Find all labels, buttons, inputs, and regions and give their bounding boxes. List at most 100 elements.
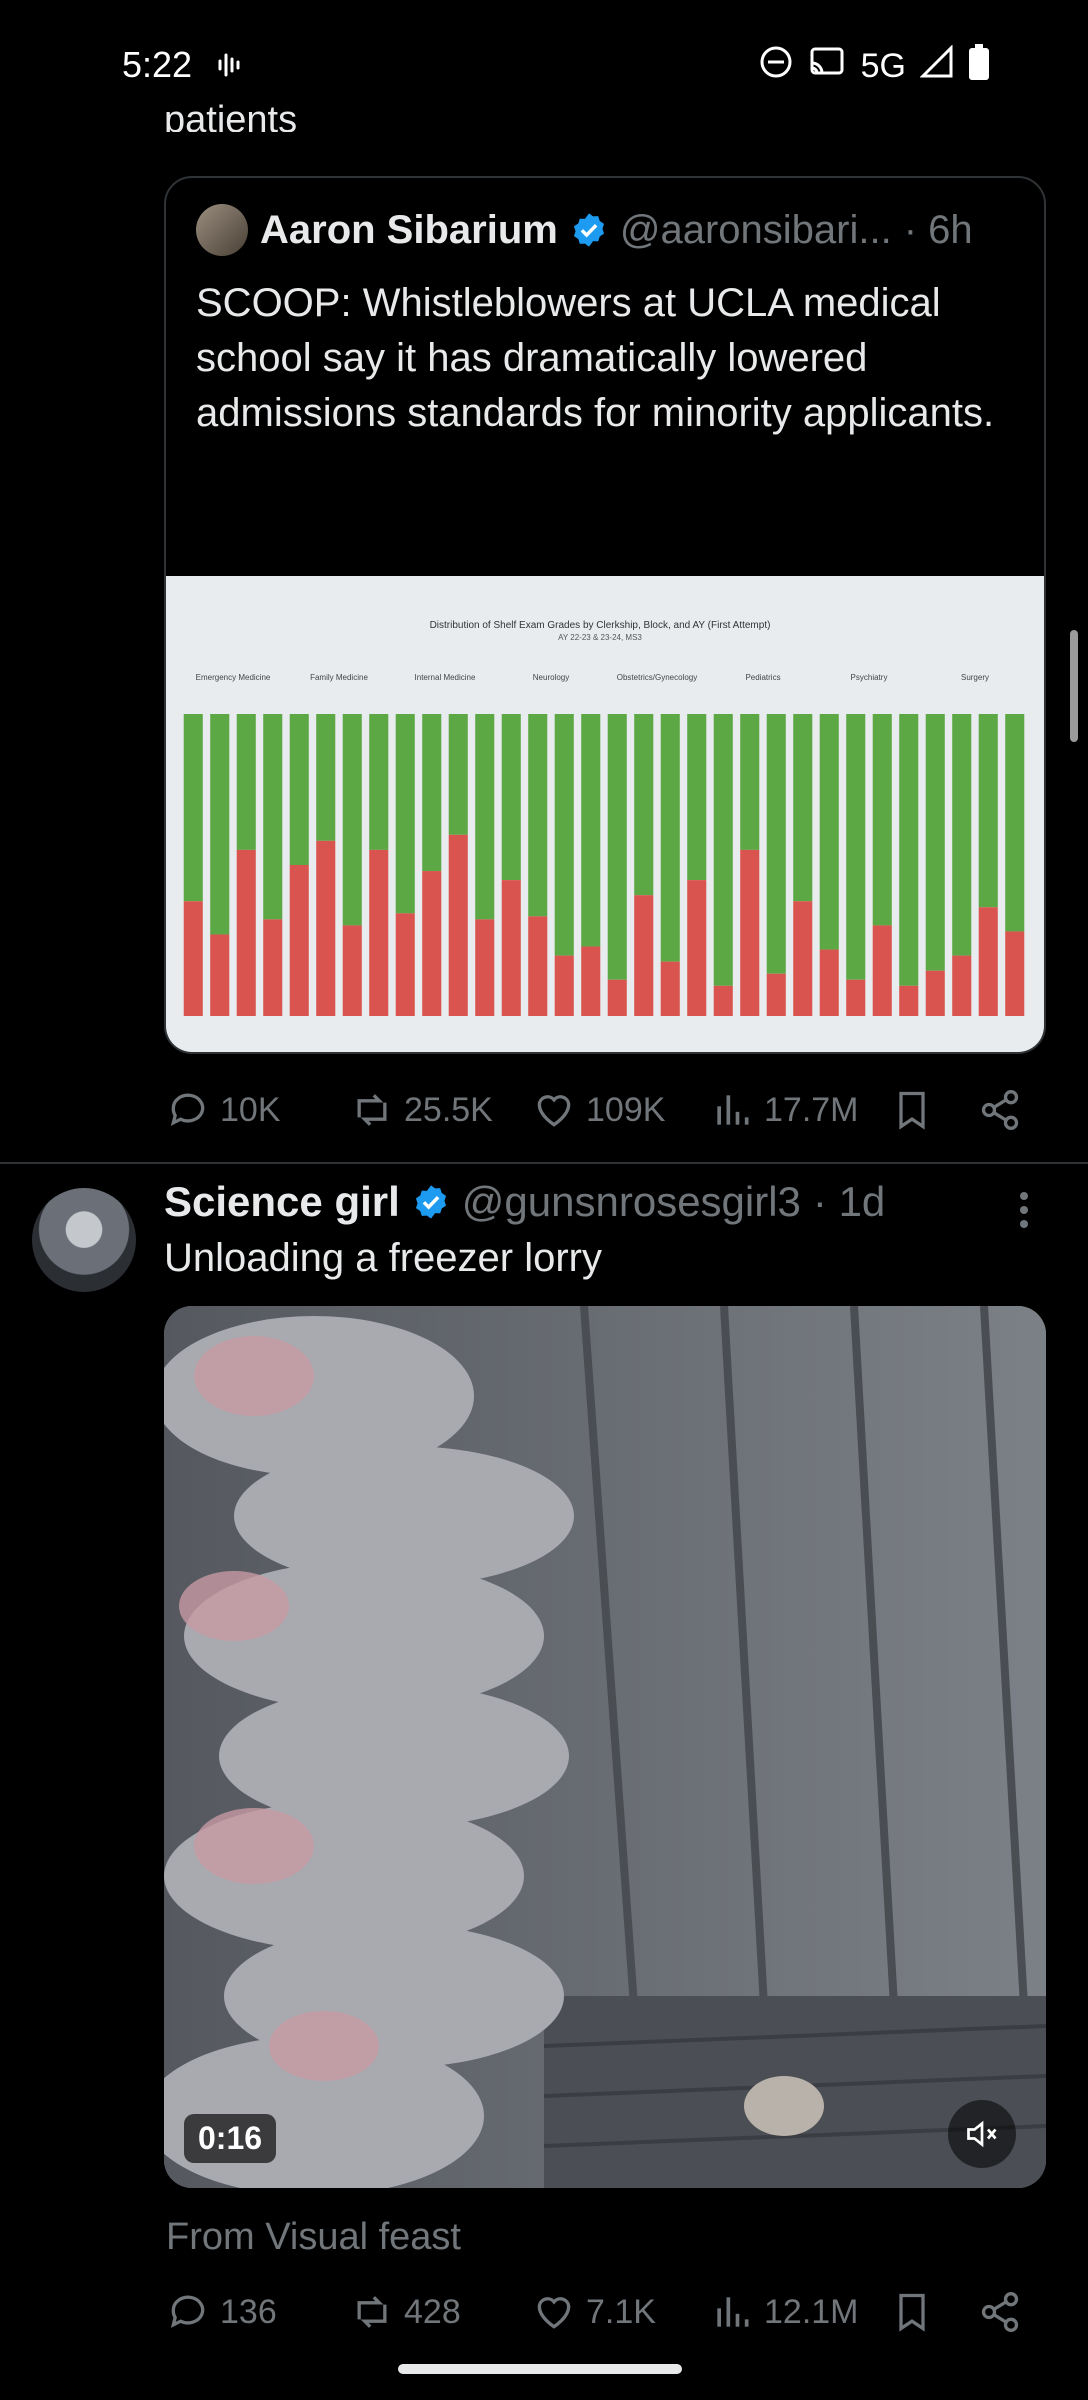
- views-button[interactable]: 17.7M: [710, 1088, 859, 1132]
- bar-red: [528, 916, 548, 1016]
- video-frame: [164, 1306, 1046, 2188]
- bar-red: [846, 979, 866, 1016]
- bar-red: [607, 979, 627, 1016]
- bar-red: [872, 925, 892, 1016]
- tweet-text: Unloading a freezer lorry: [164, 1236, 602, 1280]
- bar-red: [925, 970, 945, 1016]
- bar-green: [793, 714, 813, 902]
- quoted-tweet-card[interactable]: Aaron Sibarium @aaronsibari... · 6h SCOO…: [164, 176, 1046, 1054]
- chart-clerkship-label: Neurology: [533, 673, 569, 682]
- bar-green: [369, 714, 389, 850]
- heart-icon: [537, 1095, 571, 1127]
- views-count: 17.7M: [764, 1090, 859, 1129]
- video-source-attribution[interactable]: From Visual feast: [166, 2216, 461, 2259]
- bar-green: [713, 714, 733, 986]
- cast-icon: [807, 45, 847, 88]
- bar-green: [819, 714, 839, 950]
- views-icon: [717, 1095, 749, 1125]
- bar-red: [448, 834, 468, 1016]
- like-count: 7.1K: [586, 2292, 656, 2331]
- repost-button[interactable]: 25.5K: [350, 1088, 493, 1132]
- mute-button[interactable]: [948, 2100, 1016, 2168]
- bar-red: [819, 949, 839, 1016]
- bar-green: [210, 714, 230, 935]
- bar-red: [899, 985, 919, 1016]
- bar-red: [422, 871, 442, 1016]
- bar-green: [1005, 714, 1025, 932]
- bar-red: [793, 901, 813, 1016]
- chart-clerkship-label: Pediatrics: [745, 673, 780, 682]
- quoted-tweet-text: SCOOP: Whistleblowers at UCLA medical sc…: [196, 281, 995, 435]
- bar-green: [899, 714, 919, 986]
- bar-red: [740, 849, 760, 1016]
- bar-green: [687, 714, 707, 881]
- bar-red: [236, 849, 256, 1016]
- bar-red: [554, 955, 574, 1016]
- repost-icon: [357, 2296, 387, 2328]
- tweet-header: Science girl @gunsnrosesgirl3 · 1d: [164, 1178, 885, 1226]
- author-handle[interactable]: @aaronsibari...: [620, 208, 892, 253]
- bar-green: [581, 714, 601, 947]
- video-player[interactable]: [164, 1306, 1046, 2188]
- bar-green: [448, 714, 468, 835]
- bar-green: [183, 714, 203, 902]
- scrollbar[interactable]: [1070, 630, 1078, 742]
- bar-green: [978, 714, 998, 908]
- bar-green: [528, 714, 548, 917]
- bar-green: [422, 714, 442, 872]
- bar-green: [634, 714, 654, 896]
- bar-green: [660, 714, 680, 962]
- avatar[interactable]: [196, 204, 248, 256]
- bar-green: [846, 714, 866, 980]
- author-name[interactable]: Science girl: [164, 1178, 400, 1226]
- bar-red: [183, 901, 203, 1016]
- home-indicator[interactable]: [398, 2364, 682, 2374]
- bar-red: [766, 973, 786, 1016]
- bar-red: [369, 849, 389, 1016]
- views-count: 12.1M: [764, 2292, 859, 2331]
- chart-clerkship-label: Internal Medicine: [415, 673, 476, 682]
- author-name[interactable]: Aaron Sibarium: [260, 208, 558, 253]
- share-button[interactable]: [978, 2290, 1022, 2334]
- reply-icon: [170, 2295, 205, 2328]
- avatar[interactable]: [32, 1188, 136, 1292]
- bar-green: [607, 714, 627, 980]
- chart-image[interactable]: Distribution of Shelf Exam Grades by Cle…: [166, 576, 1044, 1052]
- bar-red: [581, 946, 601, 1016]
- bar-red: [634, 895, 654, 1016]
- tweet-time: · 1d: [812, 1178, 886, 1225]
- more-options-icon[interactable]: [1014, 1190, 1034, 1230]
- bar-green: [740, 714, 760, 850]
- reply-button[interactable]: 136: [166, 2290, 277, 2334]
- bar-red: [342, 925, 362, 1016]
- volume-muted-icon: [967, 2120, 997, 2148]
- bar-green: [952, 714, 972, 956]
- bar-green: [236, 714, 256, 850]
- views-button[interactable]: 12.1M: [710, 2290, 859, 2334]
- bar-red: [395, 913, 415, 1016]
- tweet-time: · 6h: [903, 207, 973, 252]
- tweet-divider: [0, 1162, 1088, 1164]
- views-icon: [717, 2297, 749, 2327]
- bar-green: [263, 714, 283, 920]
- bar-green: [501, 714, 521, 881]
- author-handle[interactable]: @gunsnrosesgirl3: [462, 1178, 801, 1226]
- bar-red: [952, 955, 972, 1016]
- reply-button[interactable]: 10K: [166, 1088, 281, 1132]
- bookmark-button[interactable]: [890, 1088, 934, 1132]
- bookmark-button[interactable]: [890, 2290, 934, 2334]
- share-button[interactable]: [978, 1088, 1022, 1132]
- like-button[interactable]: 7.1K: [532, 2290, 656, 2334]
- share-icon: [981, 2292, 1019, 2332]
- repost-icon: [357, 1094, 387, 1126]
- heart-icon: [537, 2297, 571, 2329]
- bar-red: [501, 880, 521, 1016]
- bar-green: [395, 714, 415, 914]
- bar-red: [263, 919, 283, 1016]
- partial-tweet-text: patients: [164, 99, 298, 132]
- repost-button[interactable]: 428: [350, 2290, 461, 2334]
- like-button[interactable]: 109K: [532, 1088, 665, 1132]
- bar-green: [289, 714, 309, 865]
- bar-red: [1005, 931, 1025, 1016]
- network-type: 5G: [860, 47, 906, 85]
